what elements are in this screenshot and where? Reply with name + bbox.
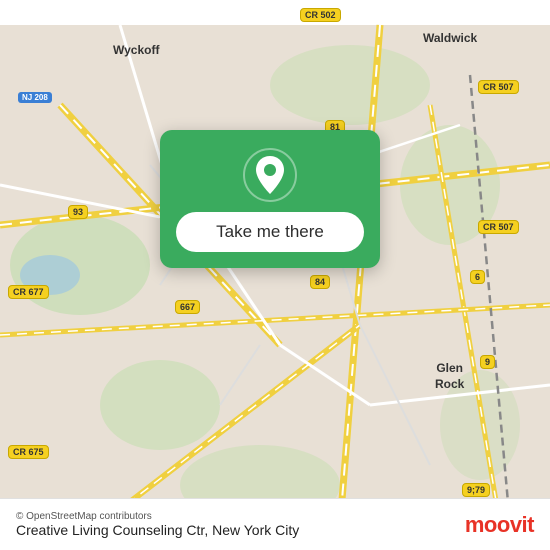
action-card: Take me there (160, 130, 380, 268)
waldwick-label: Waldwick (420, 30, 480, 46)
wyckoff-label: Wyckoff (110, 42, 162, 58)
osm-credit: © OpenStreetMap contributors (16, 511, 299, 522)
take-me-there-button[interactable]: Take me there (176, 212, 364, 252)
location-pin-icon (243, 148, 297, 202)
b9-badge: 9 (480, 355, 495, 369)
cr675-badge: CR 675 (8, 445, 49, 459)
cr507b-badge: CR 507 (478, 220, 519, 234)
b9-79-badge: 9;79 (462, 483, 490, 497)
map-background (0, 0, 550, 550)
b667-badge: 667 (175, 300, 200, 314)
moovit-logo: moovit (465, 512, 534, 538)
bottom-bar: © OpenStreetMap contributors Creative Li… (0, 498, 550, 550)
nj208-badge: NJ 208 (18, 92, 52, 103)
cr677-badge: CR 677 (8, 285, 49, 299)
location-name: Creative Living Counseling Ctr, New York… (16, 522, 299, 538)
bottom-info: © OpenStreetMap contributors Creative Li… (16, 511, 299, 538)
moovit-label: moovit (465, 512, 534, 538)
b6-badge: 6 (470, 270, 485, 284)
glen-rock-label: GlenRock (432, 360, 467, 393)
b93-badge: 93 (68, 205, 88, 219)
cr502-badge: CR 502 (300, 8, 341, 22)
cr507a-badge: CR 507 (478, 80, 519, 94)
map-container: Wyckoff Waldwick GlenRock NJ 208 CR 502 … (0, 0, 550, 550)
b84-badge: 84 (310, 275, 330, 289)
